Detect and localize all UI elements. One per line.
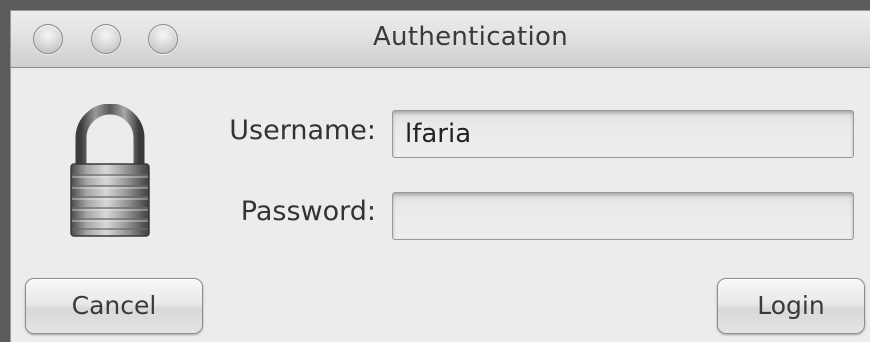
dialog-body: Username: Password: Cancel Login: [11, 68, 870, 342]
title-bar[interactable]: Authentication: [11, 11, 870, 68]
login-button[interactable]: Login: [717, 278, 865, 334]
cancel-button[interactable]: Cancel: [25, 278, 203, 334]
username-label: Username:: [229, 115, 376, 146]
password-label: Password:: [240, 196, 376, 227]
authentication-dialog: Authentication Username: lfaria Password…: [10, 10, 870, 342]
password-field[interactable]: [392, 192, 854, 240]
padlock-icon: [70, 104, 150, 237]
username-field[interactable]: [392, 110, 854, 158]
window-title: Authentication: [372, 22, 569, 52]
